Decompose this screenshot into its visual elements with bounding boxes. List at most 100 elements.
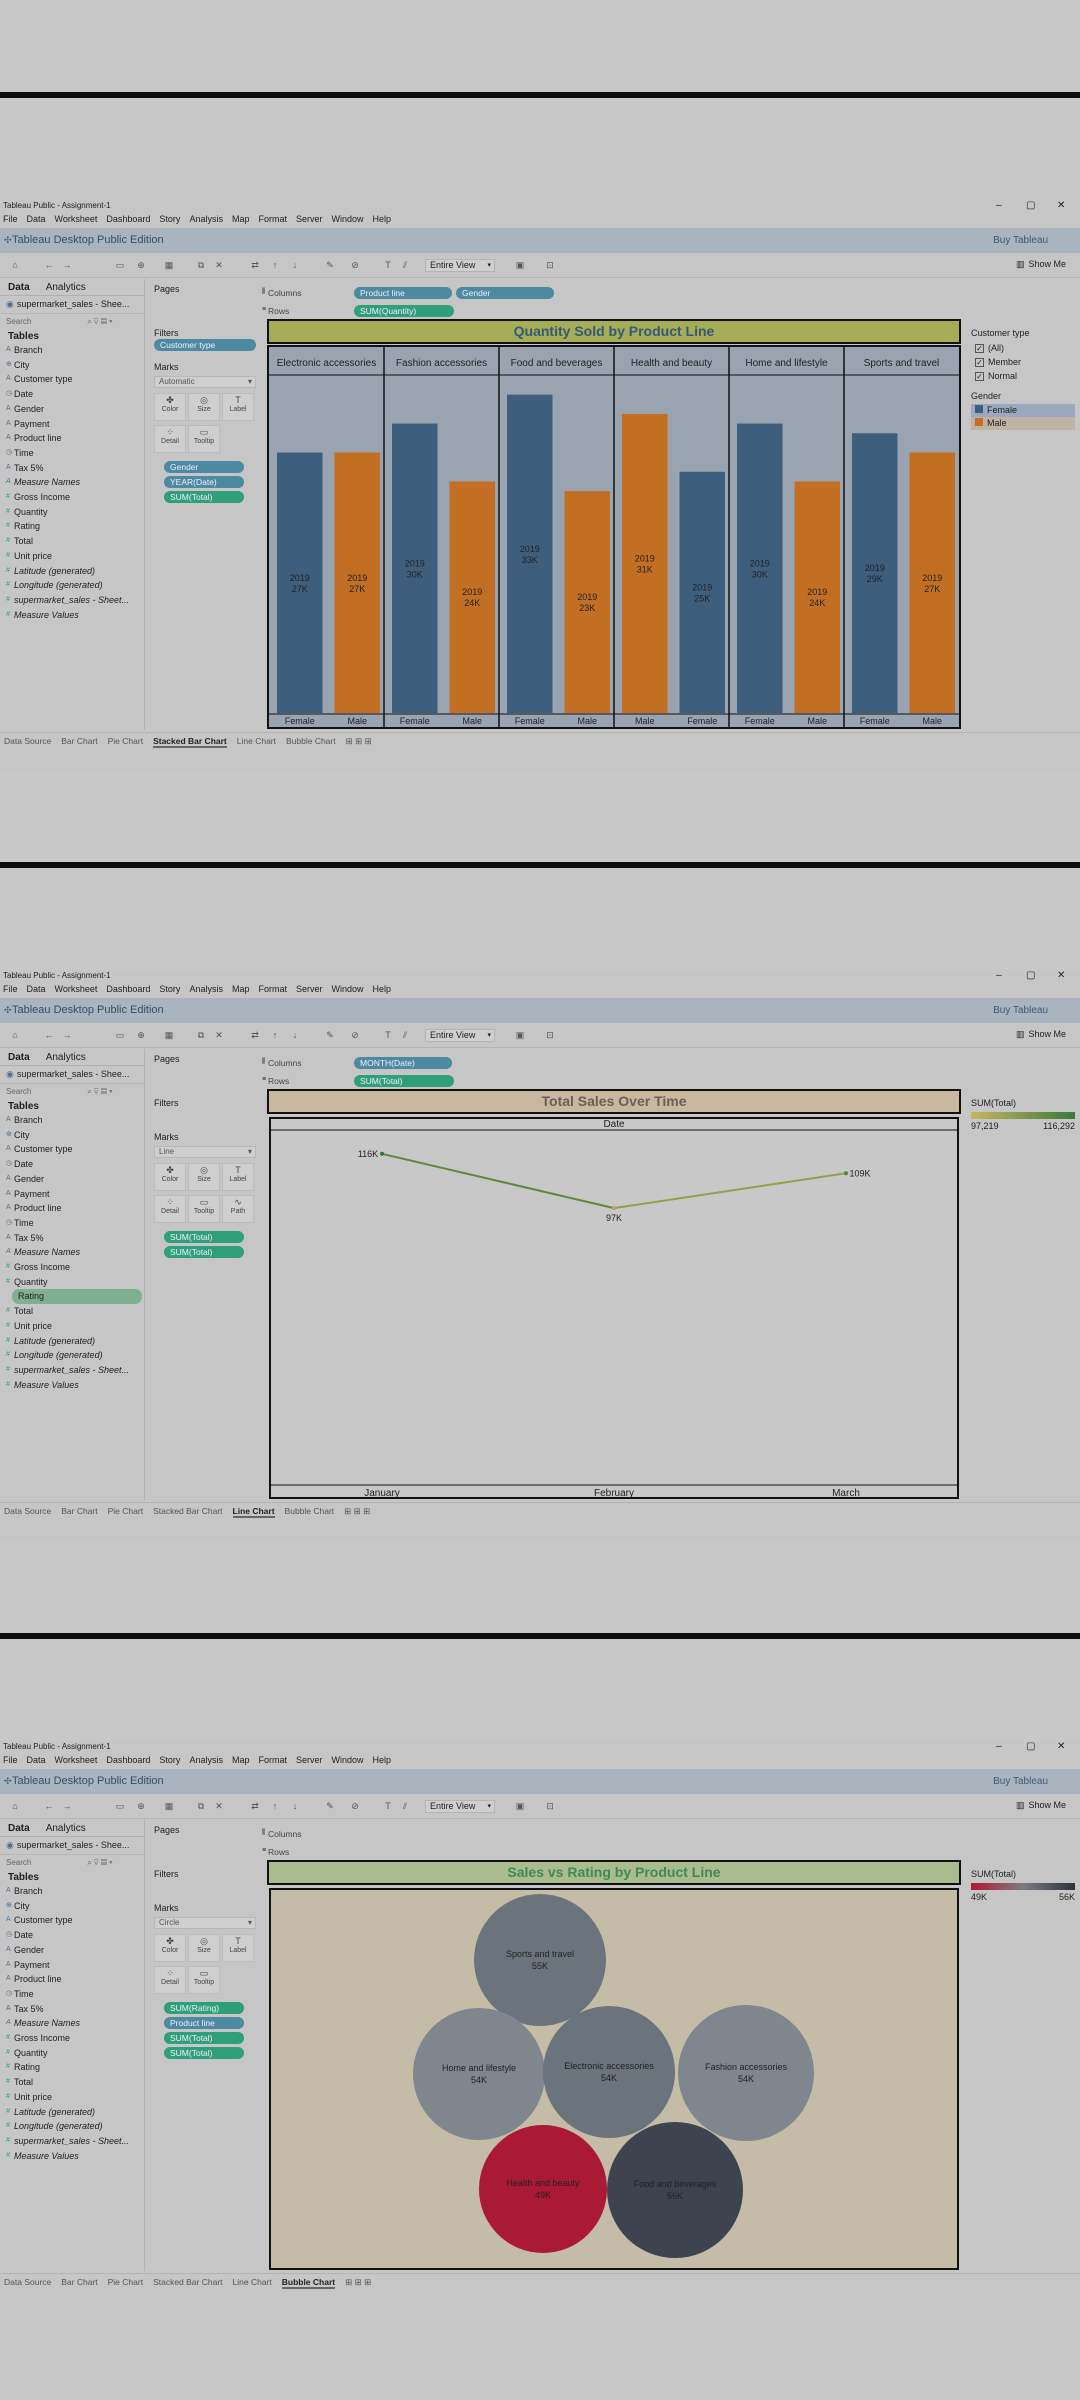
new-datasource-icon[interactable]: ⊕	[136, 1801, 146, 1811]
presentation-icon[interactable]: ▣	[515, 1801, 525, 1811]
tableau-home-icon[interactable]: ⌂	[10, 1801, 20, 1811]
tab-analytics[interactable]: Analytics	[38, 1820, 94, 1837]
new-sheet-icon[interactable]: ⊞ ⊞ ⊞	[346, 736, 372, 746]
sheet-tab[interactable]: Bar Chart	[61, 736, 97, 746]
menu-item[interactable]: Map	[232, 984, 250, 994]
group-icon[interactable]: ⊘	[350, 260, 360, 270]
minimize-icon[interactable]: –	[996, 200, 1002, 212]
field-search[interactable]: Search ⌕ ⊽ ▤ ▾	[0, 1855, 144, 1871]
dimension-field[interactable]: ◷ Date	[0, 1157, 144, 1172]
menu-item[interactable]: Server	[296, 1755, 323, 1765]
new-sheet-icon[interactable]: ▦	[164, 1030, 174, 1040]
measure-field[interactable]: # Latitude (generated)	[0, 2105, 144, 2120]
new-sheet-icon[interactable]: ⊞ ⊞ ⊞	[345, 2277, 371, 2287]
save-icon[interactable]: ▭	[115, 260, 125, 270]
data-source-item[interactable]: ◉ supermarket_sales - Shee...	[0, 296, 144, 314]
redo-icon[interactable]: →	[62, 1030, 72, 1040]
sheet-tab[interactable]: Pie Chart	[108, 736, 143, 746]
dimension-field[interactable]: A Customer type	[0, 1142, 144, 1157]
sort-desc-icon[interactable]: ↓	[290, 1801, 300, 1811]
menu-item[interactable]: Data	[27, 214, 46, 224]
menu-item[interactable]: Map	[232, 214, 250, 224]
sheet-tab[interactable]: Stacked Bar Chart	[153, 1506, 222, 1516]
label-icon[interactable]: T	[383, 1801, 393, 1811]
menu-item[interactable]: Story	[159, 1755, 180, 1765]
marks-pill[interactable]: SUM(Rating)	[164, 2002, 244, 2014]
menu-item[interactable]: Story	[159, 984, 180, 994]
new-sheet-icon[interactable]: ▦	[164, 260, 174, 270]
highlight-icon[interactable]: ✎	[325, 1801, 335, 1811]
tab-data[interactable]: Data	[0, 1820, 38, 1837]
sheet-tab[interactable]: Bar Chart	[61, 2277, 97, 2287]
label-button[interactable]: T Label	[222, 393, 254, 421]
line-point[interactable]	[612, 1206, 616, 1211]
measure-field[interactable]: # Measure Values	[0, 2149, 144, 2164]
mark-type-select[interactable]: Line ▾	[154, 1146, 256, 1158]
sort-asc-icon[interactable]: ↑	[270, 260, 280, 270]
legend-checkbox-item[interactable]: ✓ Normal	[971, 369, 1075, 383]
measure-field[interactable]: # Gross Income	[0, 1260, 144, 1275]
dimension-field[interactable]: A Product line	[0, 431, 144, 446]
menu-item[interactable]: Format	[258, 214, 287, 224]
label-button[interactable]: T Label	[222, 1934, 254, 1962]
sheet-tab[interactable]: Pie Chart	[108, 2277, 143, 2287]
tableau-home-icon[interactable]: ⌂	[10, 1030, 20, 1040]
measure-field[interactable]: # Measure Values	[0, 1378, 144, 1393]
measure-field[interactable]: # Unit price	[0, 2090, 144, 2105]
fix-axes-icon[interactable]: ⫽	[400, 260, 410, 270]
show-me-button[interactable]: ▥ Show Me	[1016, 1029, 1066, 1040]
fit-select[interactable]: Entire View ▾	[425, 1029, 495, 1042]
measure-field[interactable]: # Total	[0, 534, 144, 549]
menu-item[interactable]: Story	[159, 214, 180, 224]
sheet-tab[interactable]: Bubble Chart	[281, 2277, 336, 2289]
sort-asc-icon[interactable]: ↑	[270, 1030, 280, 1040]
sheet-tab[interactable]: Line Chart	[232, 1506, 275, 1518]
dimension-field[interactable]: A Payment	[0, 1958, 144, 1973]
menu-item[interactable]: Format	[258, 984, 287, 994]
undo-icon[interactable]: ←	[44, 260, 54, 270]
measure-field[interactable]: # Quantity	[0, 1275, 144, 1290]
dimension-field[interactable]: A Measure Names	[0, 475, 144, 490]
measure-field[interactable]: # Quantity	[0, 2046, 144, 2061]
measure-field[interactable]: # Gross Income	[0, 490, 144, 505]
mark-type-select[interactable]: Automatic ▾	[154, 376, 256, 388]
undo-icon[interactable]: ←	[44, 1801, 54, 1811]
show-me-button[interactable]: ▥ Show Me	[1016, 1800, 1066, 1811]
menu-item[interactable]: Worksheet	[55, 1755, 98, 1765]
measure-field[interactable]: # Latitude (generated)	[0, 564, 144, 579]
menu-item[interactable]: Dashboard	[106, 984, 150, 994]
tab-analytics[interactable]: Analytics	[38, 1049, 94, 1066]
sheet-tab[interactable]: Bubble Chart	[285, 1506, 335, 1516]
dimension-field[interactable]: A Payment	[0, 1187, 144, 1202]
menu-item[interactable]: File	[3, 214, 18, 224]
measure-field[interactable]: # Unit price	[0, 1319, 144, 1334]
dimension-field[interactable]: A Gender	[0, 402, 144, 417]
maximize-icon[interactable]: ▢	[1026, 970, 1035, 982]
dimension-field[interactable]: A Branch	[0, 1113, 144, 1128]
checkbox-checked-icon[interactable]: ✓	[975, 344, 984, 353]
sheet-tab[interactable]: Data Source	[4, 2277, 51, 2287]
sheet-tab[interactable]: Line Chart	[233, 2277, 272, 2287]
swap-icon[interactable]: ⇄	[250, 260, 260, 270]
menu-item[interactable]: Dashboard	[106, 214, 150, 224]
menu-item[interactable]: Data	[27, 984, 46, 994]
dimension-field[interactable]: A Tax 5%	[0, 461, 144, 476]
measure-field[interactable]: # Measure Values	[0, 608, 144, 623]
label-icon[interactable]: T	[383, 260, 393, 270]
duplicate-icon[interactable]: ⧉	[196, 1030, 206, 1040]
show-me-button[interactable]: ▥ Show Me	[1016, 259, 1066, 270]
checkbox-checked-icon[interactable]: ✓	[975, 358, 984, 367]
legend-checkbox-item[interactable]: ✓ Member	[971, 355, 1075, 369]
sheet-tab[interactable]: Stacked Bar Chart	[153, 2277, 222, 2287]
bubble[interactable]	[474, 1894, 606, 2026]
color-button[interactable]: ✤ Color	[154, 1934, 186, 1962]
menu-item[interactable]: Window	[332, 1755, 364, 1765]
columns-pill[interactable]: Gender	[456, 287, 554, 299]
legend-color-item[interactable]: Female	[971, 404, 1075, 417]
menu-item[interactable]: Analysis	[189, 214, 223, 224]
new-sheet-icon[interactable]: ⊞ ⊞ ⊞	[344, 1506, 370, 1516]
tooltip-button[interactable]: ▭ Tooltip	[188, 1195, 220, 1223]
dimension-field[interactable]: ◷ Date	[0, 1928, 144, 1943]
marks-pill[interactable]: SUM(Total)	[164, 491, 244, 503]
measure-field[interactable]: # Longitude (generated)	[0, 1348, 144, 1363]
